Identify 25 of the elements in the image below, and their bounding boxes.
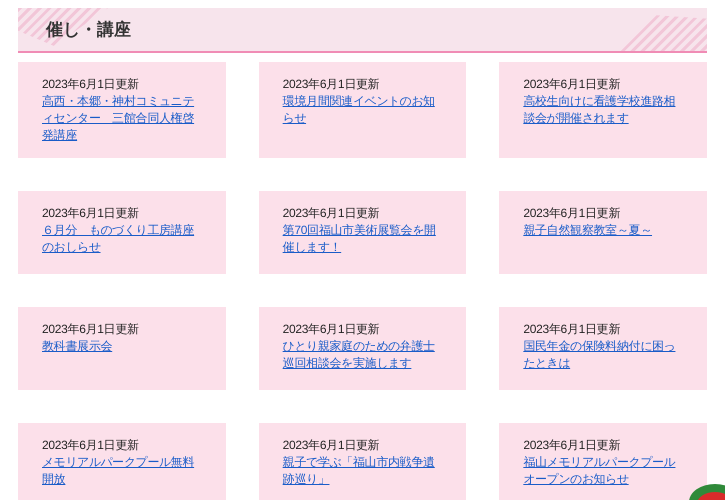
news-link[interactable]: 国民年金の保険料納付に困ったときは (523, 338, 683, 372)
news-link[interactable]: ひとり親家庭のための弁護士巡回相談会を実施します (282, 338, 442, 372)
update-date: 2023年6月1日更新 (282, 437, 380, 454)
news-link[interactable]: ６月分 ものづくり工房講座のおしらせ (42, 222, 202, 256)
update-date: 2023年6月1日更新 (282, 321, 380, 338)
update-date: 2023年6月1日更新 (523, 437, 622, 454)
update-date: 2023年6月1日更新 (282, 76, 380, 93)
update-date: 2023年6月1日更新 (523, 76, 622, 93)
update-date: 2023年6月1日更新 (42, 321, 140, 338)
update-date: 2023年6月1日更新 (42, 205, 140, 222)
news-link[interactable]: 教科書展示会 (42, 338, 202, 355)
update-date: 2023年6月1日更新 (523, 205, 622, 222)
update-date: 2023年6月1日更新 (42, 437, 140, 454)
news-link[interactable]: 高西・本郷・神村コミュニティセンター 三館合同人権啓発講座 (42, 93, 202, 144)
news-link[interactable]: 親子自然観察教室～夏～ (523, 222, 683, 239)
news-link[interactable]: メモリアルパークプール無料開放 (42, 454, 202, 488)
news-link[interactable]: 第70回福山市美術展覧会を開催します！ (282, 222, 442, 256)
news-link[interactable]: 福山メモリアルパークプールオープンのお知らせ (523, 454, 683, 488)
news-link[interactable]: 高校生向けに看護学校進路相談会が開催されます (523, 93, 683, 127)
news-link[interactable]: 環境月間関連イベントのお知らせ (282, 93, 442, 127)
update-date: 2023年6月1日更新 (523, 321, 622, 338)
section-title: 催し・講座 (46, 18, 131, 41)
update-date: 2023年6月1日更新 (282, 205, 380, 222)
update-date: 2023年6月1日更新 (42, 76, 140, 93)
news-link[interactable]: 親子で学ぶ「福山市内戦争遺跡巡り」 (282, 454, 442, 488)
